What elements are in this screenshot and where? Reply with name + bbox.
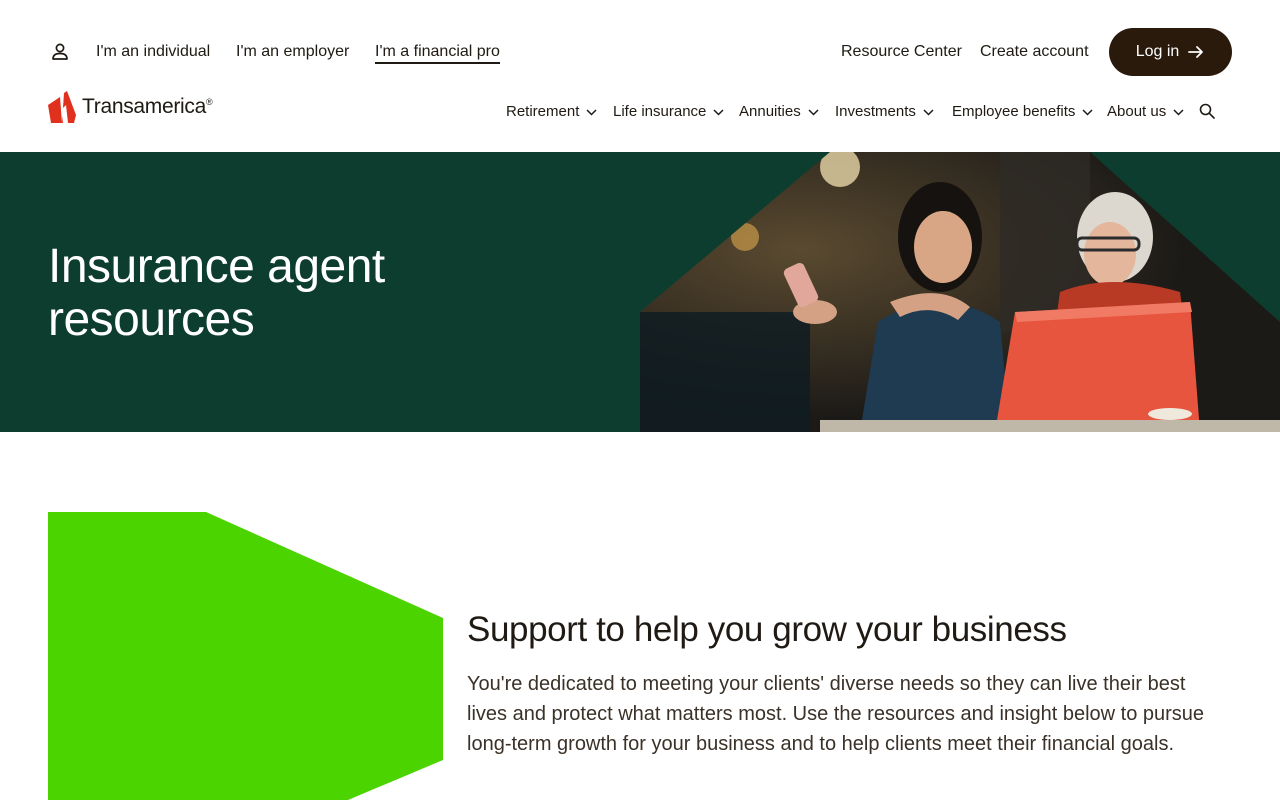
audience-link-individual[interactable]: I'm an individual — [96, 42, 210, 61]
brand-name: Transamerica® — [82, 95, 213, 118]
nav-item-employee-benefits[interactable]: Employee benefits — [952, 101, 1093, 123]
nav-item-label: Life insurance — [613, 103, 707, 120]
nav-item-label: About us — [1107, 103, 1167, 120]
nav-item-label: Employee benefits — [952, 103, 1076, 120]
nav-item-annuities[interactable]: Annuities — [739, 101, 819, 123]
transamerica-pyramid-logo-icon — [48, 91, 76, 123]
chevron-down-icon — [1082, 108, 1093, 116]
utility-bar: I'm an individual I'm an employer I'm a … — [0, 0, 1280, 100]
nav-item-label: Annuities — [739, 103, 801, 120]
support-heading: Support to help you grow your business — [467, 610, 1067, 649]
nav-item-about-us[interactable]: About us — [1107, 101, 1184, 123]
support-body-text: You're dedicated to meeting your clients… — [467, 673, 1205, 755]
hero-title-line: resources — [48, 293, 255, 346]
nav-item-investments[interactable]: Investments — [835, 101, 934, 123]
hero-photo-women-with-phone-and-laptop — [640, 152, 1280, 432]
login-button-label: Log in — [1135, 43, 1180, 60]
create-account-link[interactable]: Create account — [980, 42, 1089, 61]
transamerica-logo[interactable]: Transamerica® — [48, 91, 213, 123]
hero-banner: Insurance agent resources — [0, 152, 1280, 432]
chevron-down-icon — [713, 108, 724, 116]
chevron-down-icon — [923, 108, 934, 116]
nav-item-life-insurance[interactable]: Life insurance — [613, 101, 724, 123]
arrow-right-icon — [1188, 46, 1204, 58]
login-button[interactable]: Log in — [1109, 28, 1232, 76]
search-icon — [1199, 103, 1215, 119]
nav-item-label: Retirement — [506, 103, 580, 120]
resource-center-link[interactable]: Resource Center — [841, 42, 962, 61]
audience-link-financial-pro[interactable]: I'm a financial pro — [375, 42, 500, 64]
hero-title-line: Insurance agent — [48, 240, 385, 293]
chevron-down-icon — [808, 108, 819, 116]
decorative-green-shape — [48, 512, 443, 800]
hero-title: Insurance agent resources — [48, 240, 488, 346]
chevron-down-icon — [1173, 108, 1184, 116]
chevron-down-icon — [586, 108, 597, 116]
nav-item-retirement[interactable]: Retirement — [506, 101, 597, 123]
nav-item-label: Investments — [835, 103, 916, 120]
user-icon[interactable] — [50, 42, 70, 62]
search-button[interactable] — [1199, 102, 1217, 120]
audience-link-employer[interactable]: I'm an employer — [236, 42, 349, 61]
